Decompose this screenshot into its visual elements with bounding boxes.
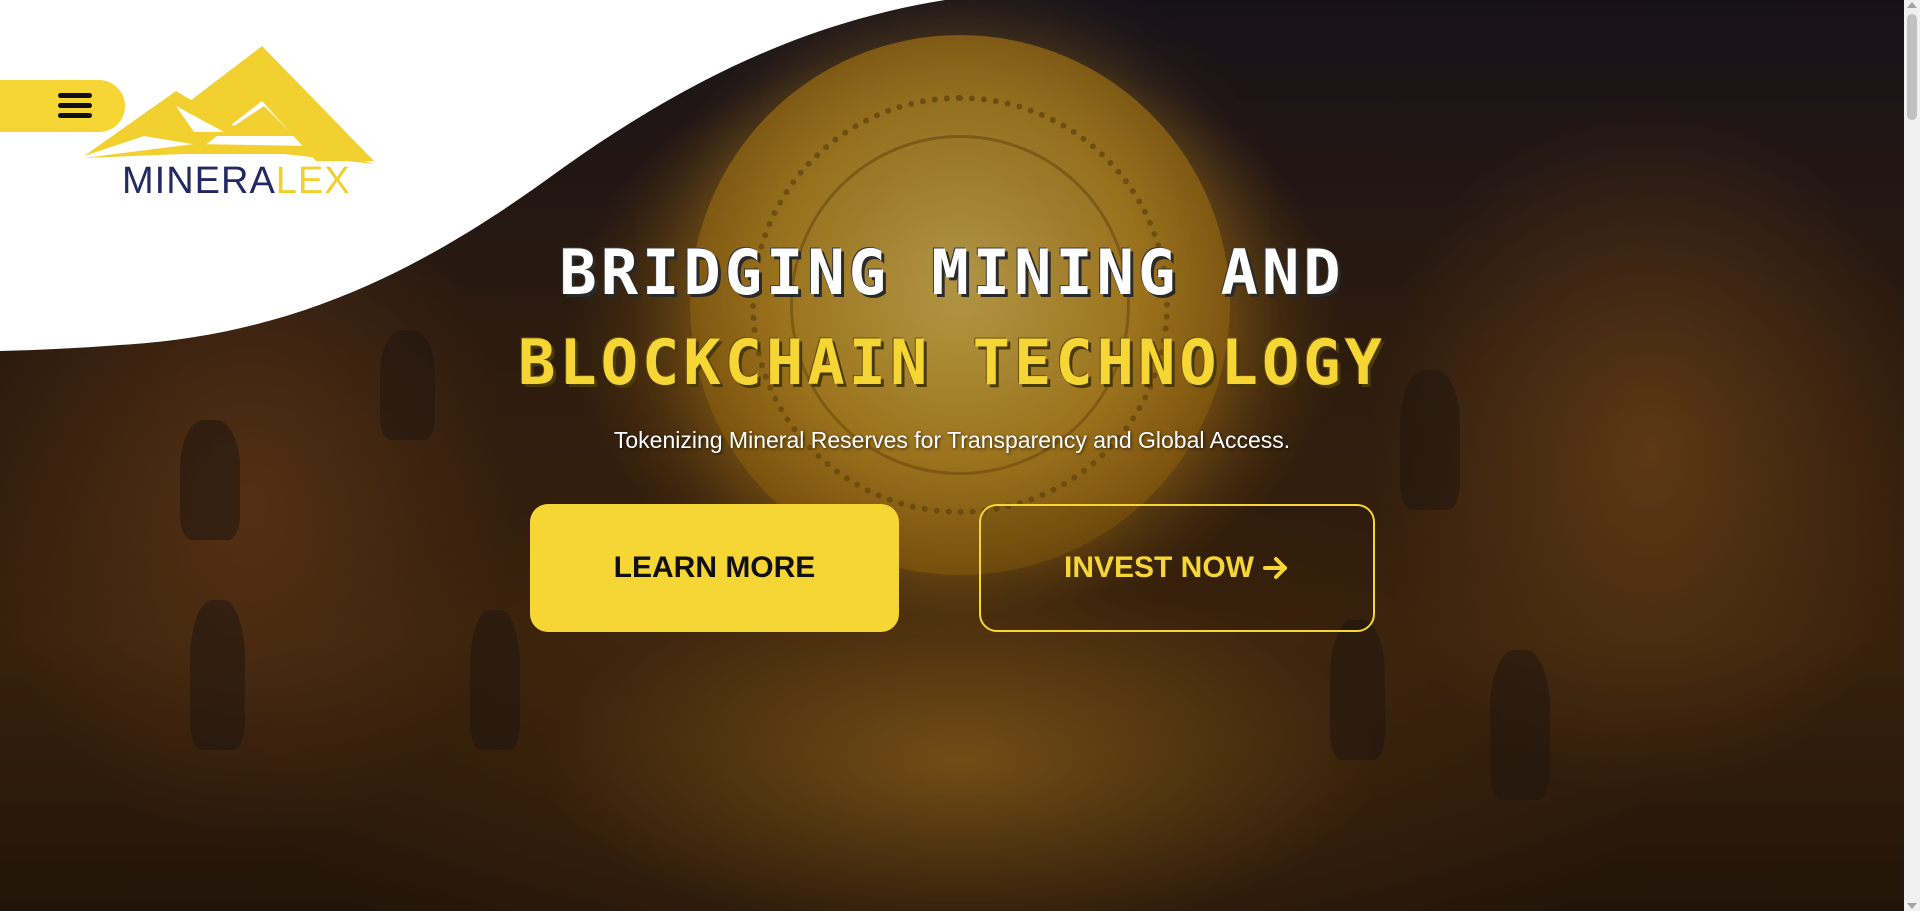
scroll-down-arrow-icon[interactable] xyxy=(1907,903,1917,909)
learn-more-label: LEARN MORE xyxy=(613,551,816,584)
invest-now-label: INVEST NOW xyxy=(1063,551,1254,584)
scrollbar-thumb[interactable] xyxy=(1907,14,1917,120)
hero-headline-line1: BRIDGING MINING AND xyxy=(559,236,1345,309)
hero-subheadline: Tokenizing Mineral Reserves for Transpar… xyxy=(613,427,1291,453)
scroll-up-arrow-icon[interactable] xyxy=(1907,2,1917,8)
vertical-scrollbar[interactable] xyxy=(1904,0,1920,911)
learn-more-button[interactable]: LEARN MORE xyxy=(530,504,899,632)
arrow-right-icon xyxy=(1263,557,1287,579)
invest-now-button[interactable]: INVEST NOW xyxy=(979,504,1375,632)
hero-headline-line2: BLOCKCHAIN TECHNOLOGY xyxy=(518,326,1386,399)
page: MINERALEX BRIDGING MINING AND BLOCKCHAIN… xyxy=(0,0,1920,911)
hero-section: BRIDGING MINING AND BLOCKCHAIN TECHNOLOG… xyxy=(0,0,1904,911)
